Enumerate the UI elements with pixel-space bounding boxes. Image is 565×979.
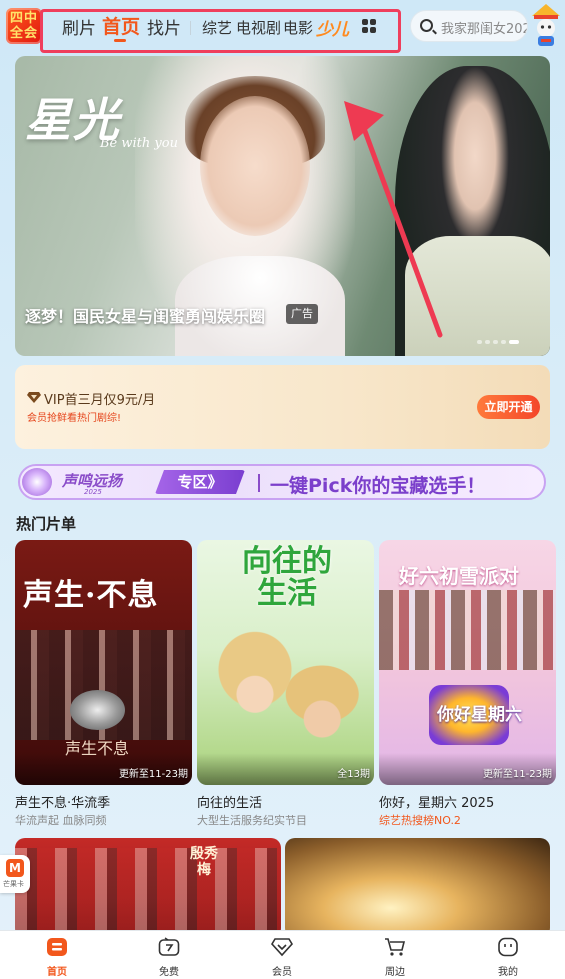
promo-disc-icon xyxy=(22,468,52,496)
show-card-row2-right[interactable] xyxy=(285,838,550,938)
promo-slogan: 一键Pick你的宝藏选手！ xyxy=(270,475,486,497)
free-tv-icon xyxy=(158,937,180,956)
nav-divider xyxy=(190,21,191,35)
all-channels-grid-icon[interactable] xyxy=(362,19,376,33)
mango-card-label: 芒果卡 xyxy=(3,880,24,888)
carousel-dot-active xyxy=(509,340,519,344)
card-name[interactable]: 你好，星期六 2025 xyxy=(379,792,494,811)
card-desc: 华流声起 血脉同频 xyxy=(15,814,107,827)
home-icon xyxy=(47,938,67,956)
carousel-dot xyxy=(501,340,506,344)
card-art-cast xyxy=(15,848,281,938)
card-desc: 大型生活服务纪实节目 xyxy=(197,814,307,827)
tab-shuapian[interactable]: 刷片 xyxy=(62,14,96,39)
card-art-title: 声生·不息 xyxy=(23,578,159,613)
show-card-row2-left[interactable]: 殷秀梅 xyxy=(15,838,281,938)
carousel-indicator xyxy=(477,340,519,344)
hero-caption: 逐梦！国民女星与闺蜜勇闯娱乐圈 xyxy=(25,307,266,326)
vip-subtitle: 会员抢鲜看热门剧综! xyxy=(27,413,122,424)
tab-bar-label: 会员 xyxy=(272,967,292,978)
card-art-logo: 你好星期六 xyxy=(437,705,522,725)
tab-movies[interactable]: 电影 xyxy=(283,17,313,38)
tab-bar-free[interactable]: 免费 xyxy=(139,931,199,979)
tab-bar-label: 免费 xyxy=(159,967,179,978)
search-icon xyxy=(420,19,433,32)
active-tab-indicator xyxy=(114,39,126,42)
tab-tv-series[interactable]: 电视剧 xyxy=(236,17,281,38)
card-update-label: 全13期 xyxy=(337,769,370,780)
show-card-shengsheng[interactable]: 声生·不息 声生不息 更新至11-23期 xyxy=(15,540,192,785)
carousel-dot xyxy=(493,340,498,344)
tab-bar-label: 周边 xyxy=(385,967,405,978)
profile-face-icon xyxy=(498,937,518,957)
show-card-nihao-xingqiliu[interactable]: 好六初雪派对 你好星期六 更新至11-23期 xyxy=(379,540,556,785)
tab-zhaopian[interactable]: 找片 xyxy=(147,14,181,39)
show-card-xiangwang[interactable]: 向往的生活 全13期 xyxy=(197,540,374,785)
card-art-title: 好六初雪派对 xyxy=(399,564,519,588)
vip-diamond-icon xyxy=(271,938,293,957)
card-update-label: 更新至11-23期 xyxy=(482,769,552,780)
tab-bar-label: 我的 xyxy=(498,967,518,978)
mango-card-floating-badge[interactable]: M 芒果卡 xyxy=(0,855,30,893)
red-arrow-annotation-icon xyxy=(344,101,443,338)
card-name[interactable]: 声生不息·华流季 xyxy=(15,792,110,811)
tab-bar-home[interactable]: 首页 xyxy=(27,931,87,979)
promo-divider xyxy=(258,474,260,492)
mascot-icon[interactable] xyxy=(528,2,564,48)
card-update-label: 更新至11-23期 xyxy=(118,769,188,780)
carousel-dot xyxy=(485,340,490,344)
open-vip-button[interactable]: 立即开通 xyxy=(477,395,540,419)
hot-list-title: 热门片单 xyxy=(16,515,77,533)
mango-m-icon: M xyxy=(6,859,24,877)
shopping-cart-icon xyxy=(385,938,406,956)
card-art-sign: 殷秀梅 xyxy=(190,846,218,878)
tab-bar-profile[interactable]: 我的 xyxy=(478,931,538,979)
card-desc-hot: 综艺热搜榜NO.2 xyxy=(379,814,461,827)
carousel-dot xyxy=(477,340,482,344)
tab-variety[interactable]: 综艺 xyxy=(202,17,232,38)
tab-bar-vip[interactable]: 会员 xyxy=(252,931,312,979)
card-name[interactable]: 向往的生活 xyxy=(197,792,262,811)
tab-bar-label: 首页 xyxy=(47,967,67,978)
top-bar: 四中 全会 刷片 首页 找片 综艺 电视剧 电影 少儿 我家那闺女2025 xyxy=(0,0,565,56)
ad-badge: 广告 xyxy=(286,304,318,324)
app-logo[interactable]: 四中 全会 xyxy=(6,8,42,44)
search-placeholder: 我家那闺女2025 xyxy=(441,22,527,37)
vinyl-disc-icon xyxy=(70,690,125,730)
promo-banner[interactable]: 声鸣远扬 2025 专区》 一键Pick你的宝藏选手！ xyxy=(18,464,546,500)
tab-home[interactable]: 首页 xyxy=(102,12,140,39)
tab-bar-merch[interactable]: 周边 xyxy=(365,931,425,979)
bottom-tab-bar: 首页 免费 会员 周边 我的 xyxy=(0,930,565,979)
search-input[interactable]: 我家那闺女2025 xyxy=(410,10,528,42)
vip-diamond-icon xyxy=(27,392,41,403)
app-logo-text: 四中 全会 xyxy=(9,11,38,41)
card-art-title: 向往的生活 xyxy=(242,544,332,611)
vip-title: VIP首三月仅9元/月 xyxy=(44,393,156,408)
promo-zone-tag[interactable]: 专区》 xyxy=(155,470,245,494)
hero-show-logo-subtitle: Be with you xyxy=(100,136,178,151)
card-art-cast xyxy=(379,590,556,670)
promo-logo-year: 2025 xyxy=(84,488,102,496)
kids-channel-icon[interactable]: 少儿 xyxy=(316,15,349,40)
hero-art-face xyxy=(200,96,310,236)
vip-banner[interactable]: VIP首三月仅9元/月 会员抢鲜看热门剧综! 立即开通 xyxy=(15,365,550,449)
